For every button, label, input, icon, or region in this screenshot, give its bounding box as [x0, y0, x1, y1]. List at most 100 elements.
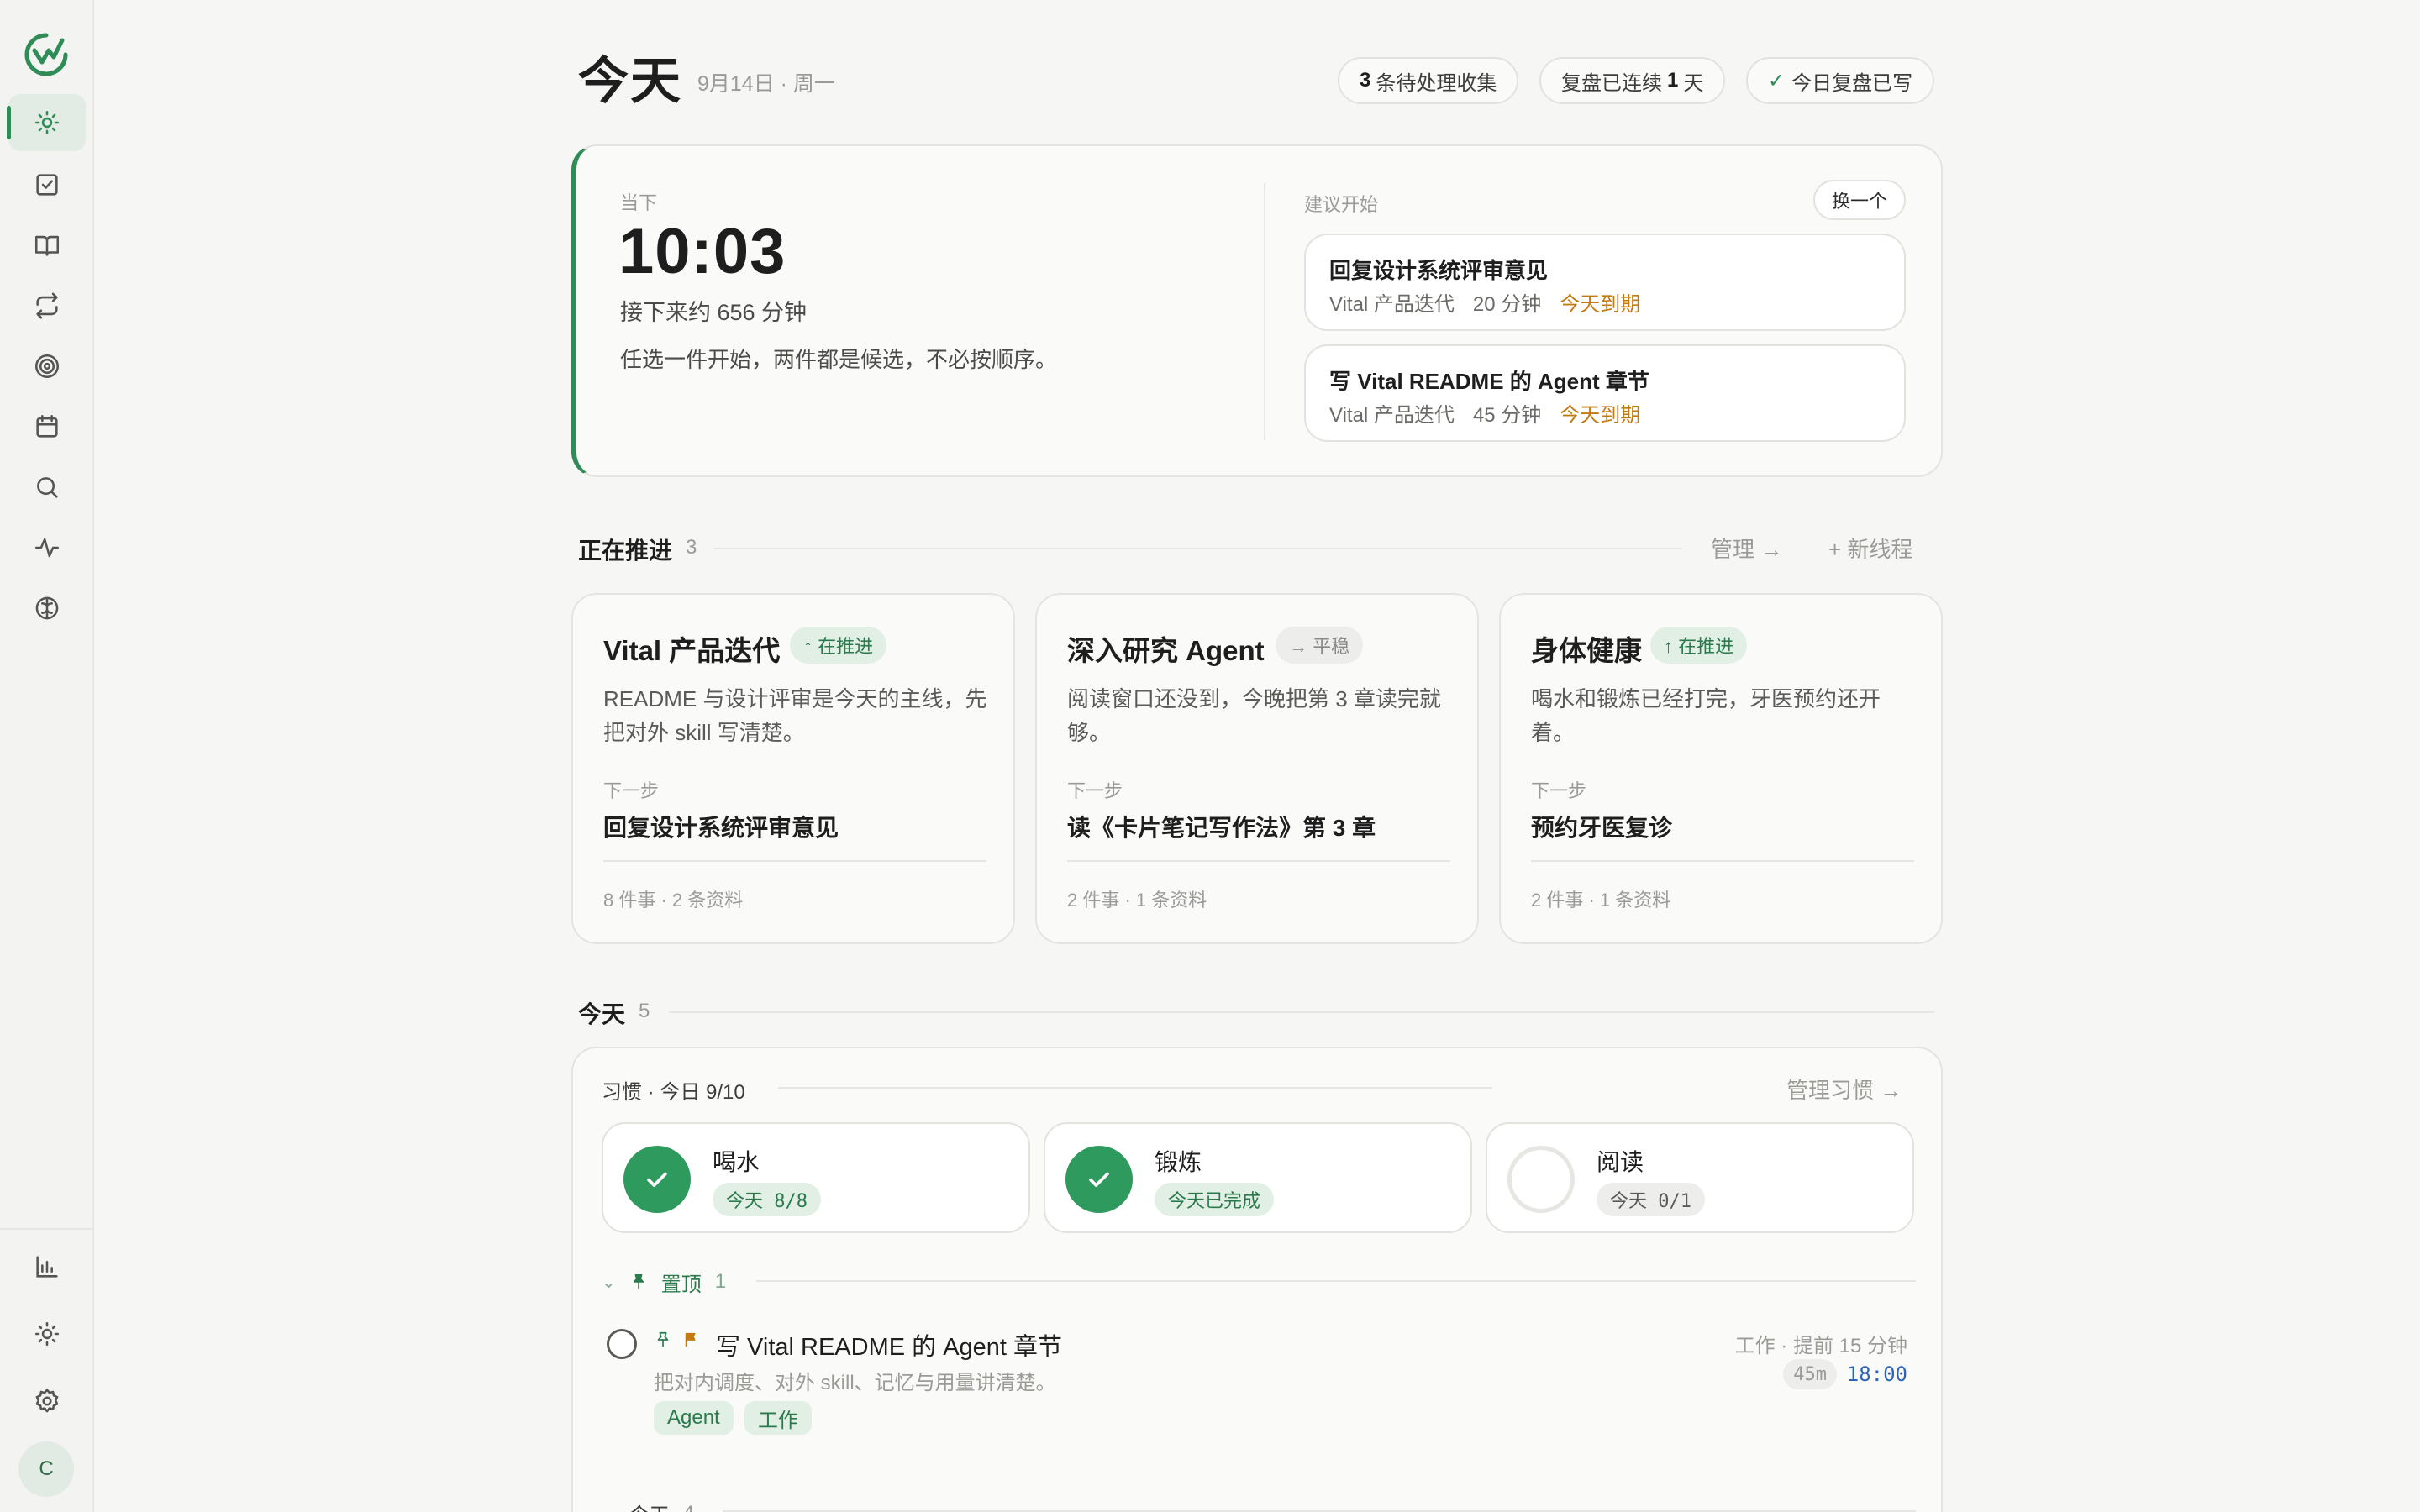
now-divider	[1264, 183, 1265, 440]
review-done-chip[interactable]: ✓ 今日复盘已写	[1746, 57, 1935, 104]
status-badge: ↑ 在推进	[790, 627, 887, 664]
nav-search[interactable]	[8, 459, 86, 516]
task-title[interactable]: 写 Vital README 的 Agent 章节	[716, 1327, 1062, 1362]
nav-memory[interactable]	[8, 580, 86, 637]
nav-stats[interactable]	[8, 1238, 86, 1295]
today-group-header[interactable]: ⌄ 今天 4	[602, 1499, 694, 1512]
project-desc: 阅读窗口还没到，今晚把第 3 章读完就够。	[1067, 686, 1441, 745]
sun-icon	[34, 110, 60, 135]
next-step-label: 下一步	[603, 780, 660, 801]
chevron-down-icon: ⌄	[602, 1273, 616, 1292]
project-card[interactable]: 深入研究 Agent → 平稳 阅读窗口还没到，今晚把第 3 章读完就够。 下一…	[1035, 593, 1479, 944]
suggestion-project: Vital 产品迭代	[1329, 404, 1455, 427]
pinned-group-header[interactable]: ⌄ 置顶 1	[602, 1268, 727, 1296]
nav-tasks[interactable]	[8, 156, 86, 213]
project-name: 身体健康	[1531, 635, 1642, 666]
nav-calendar[interactable]	[8, 398, 86, 455]
next-step-label: 下一步	[1531, 780, 1587, 801]
habit-name: 喝水	[713, 1149, 760, 1175]
habit-check-empty[interactable]	[1507, 1146, 1575, 1213]
calendar-icon	[36, 414, 58, 438]
today-count: 5	[639, 1000, 650, 1022]
nav-activity[interactable]	[8, 519, 86, 576]
task-tag[interactable]: 工作	[744, 1401, 812, 1435]
next-step[interactable]: 读《卡片笔记写作法》第 3 章	[1067, 810, 1376, 843]
projects-divider	[714, 548, 1682, 549]
project-stats: 2 件事 · 1 条资料	[1531, 890, 1671, 911]
suggestion-title: 写 Vital README 的 Agent 章节	[1329, 369, 1649, 394]
status-badge: → 平稳	[1276, 627, 1364, 664]
inbox-count: 3	[1360, 69, 1371, 92]
remaining-time: 接下来约 656 分钟	[620, 300, 808, 325]
task-checkbox[interactable]	[607, 1329, 637, 1359]
book-icon	[34, 235, 60, 256]
repeat-icon	[36, 292, 58, 319]
task-meta: 工作 · 提前 15 分钟	[1734, 1335, 1907, 1357]
task-tag[interactable]: Agent	[654, 1401, 734, 1435]
activity-icon	[34, 538, 60, 558]
manage-habits-link[interactable]: 管理习惯 →	[1786, 1074, 1902, 1105]
review-done-label: 今日复盘已写	[1791, 71, 1913, 95]
nav-review[interactable]	[8, 277, 86, 334]
nav-theme[interactable]	[8, 1305, 86, 1362]
habit-check-done[interactable]	[1065, 1146, 1133, 1213]
inbox-chip[interactable]: 3 条待处理收集	[1338, 57, 1519, 104]
suggest-label: 建议开始	[1304, 194, 1379, 215]
next-step[interactable]: 回复设计系统评审意见	[603, 810, 839, 843]
suggestion-duration: 20 分钟	[1472, 293, 1542, 316]
suggestion-project: Vital 产品迭代	[1329, 293, 1455, 316]
today-card: 习惯 · 今日 9/10 管理习惯 → 喝水 今天 8/8 锻炼 今天已完成 阅…	[571, 1047, 1943, 1512]
next-step[interactable]: 预约牙医复诊	[1531, 810, 1672, 843]
checkbox-icon	[36, 174, 58, 196]
project-desc: 喝水和锻炼已经打完，牙医预约还开着。	[1531, 686, 1881, 745]
habit-check-done[interactable]	[623, 1146, 691, 1213]
suggestion-item[interactable]: 回复设计系统评审意见 Vital 产品迭代 20 分钟 今天到期	[1304, 234, 1906, 331]
nav-today[interactable]	[7, 94, 86, 151]
project-card[interactable]: 身体健康 ↑ 在推进 喝水和锻炼已经打完，牙医预约还开着。 下一步 预约牙医复诊…	[1499, 593, 1943, 944]
suggestion-due: 今天到期	[1560, 293, 1641, 316]
streak-post: 天	[1683, 71, 1704, 95]
now-label: 当下	[620, 192, 658, 213]
new-thread-button[interactable]: + 新线程	[1828, 533, 1912, 564]
nav-settings[interactable]	[8, 1373, 86, 1430]
suggestion-meta: Vital 产品迭代 20 分钟 今天到期	[1329, 287, 1659, 317]
page-date: 9月14日 · 周一	[697, 72, 835, 96]
project-card[interactable]: Vital 产品迭代 ↑ 在推进 README 与设计评审是今天的主线，先把对外…	[571, 593, 1015, 944]
brain-icon	[35, 596, 59, 620]
target-icon	[34, 354, 60, 379]
today-group-count: 4	[683, 1502, 694, 1512]
suggestion-item[interactable]: 写 Vital README 的 Agent 章节 Vital 产品迭代 45 分…	[1304, 344, 1906, 442]
habit-card[interactable]: 阅读 今天 0/1	[1486, 1122, 1914, 1233]
inbox-label: 条待处理收集	[1376, 71, 1497, 95]
suggestion-duration: 45 分钟	[1472, 404, 1542, 427]
pinned-count: 1	[714, 1270, 727, 1293]
habit-card[interactable]: 喝水 今天 8/8	[602, 1122, 1030, 1233]
now-hint: 任选一件开始，两件都是候选，不必按顺序。	[620, 347, 1058, 372]
sidebar-divider	[0, 1228, 92, 1230]
task-due-time: 18:00	[1846, 1362, 1907, 1386]
search-icon	[37, 477, 58, 498]
nav-library[interactable]	[8, 217, 86, 274]
sidebar: C	[0, 0, 94, 1512]
page-title: 今天	[578, 53, 682, 109]
today-divider	[669, 1011, 1934, 1013]
habit-progress: 今天已完成	[1155, 1183, 1275, 1216]
habit-divider	[778, 1087, 1492, 1089]
suggestion-due: 今天到期	[1560, 404, 1641, 427]
nav-goals[interactable]	[8, 338, 86, 395]
project-desc: README 与设计评审是今天的主线，先把对外 skill 写清楚。	[603, 686, 987, 745]
now-card: 当下 10:03 接下来约 656 分钟 任选一件开始，两件都是候选，不必按顺序…	[571, 144, 1943, 477]
review-streak-chip[interactable]: 复盘已连续 1 天	[1539, 57, 1726, 104]
sun-small-icon	[34, 1321, 60, 1347]
check-icon	[1089, 1172, 1109, 1187]
swap-button[interactable]: 换一个	[1813, 180, 1907, 220]
habit-card[interactable]: 锻炼 今天已完成	[1044, 1122, 1472, 1233]
check-icon	[647, 1172, 667, 1187]
check-icon: ✓	[1768, 69, 1786, 92]
pin-outline-icon	[657, 1331, 669, 1347]
project-divider	[603, 860, 986, 862]
app-logo-icon[interactable]	[24, 32, 69, 77]
manage-projects-link[interactable]: 管理 →	[1711, 533, 1782, 564]
projects-count: 3	[686, 536, 697, 559]
avatar[interactable]: C	[18, 1441, 74, 1497]
